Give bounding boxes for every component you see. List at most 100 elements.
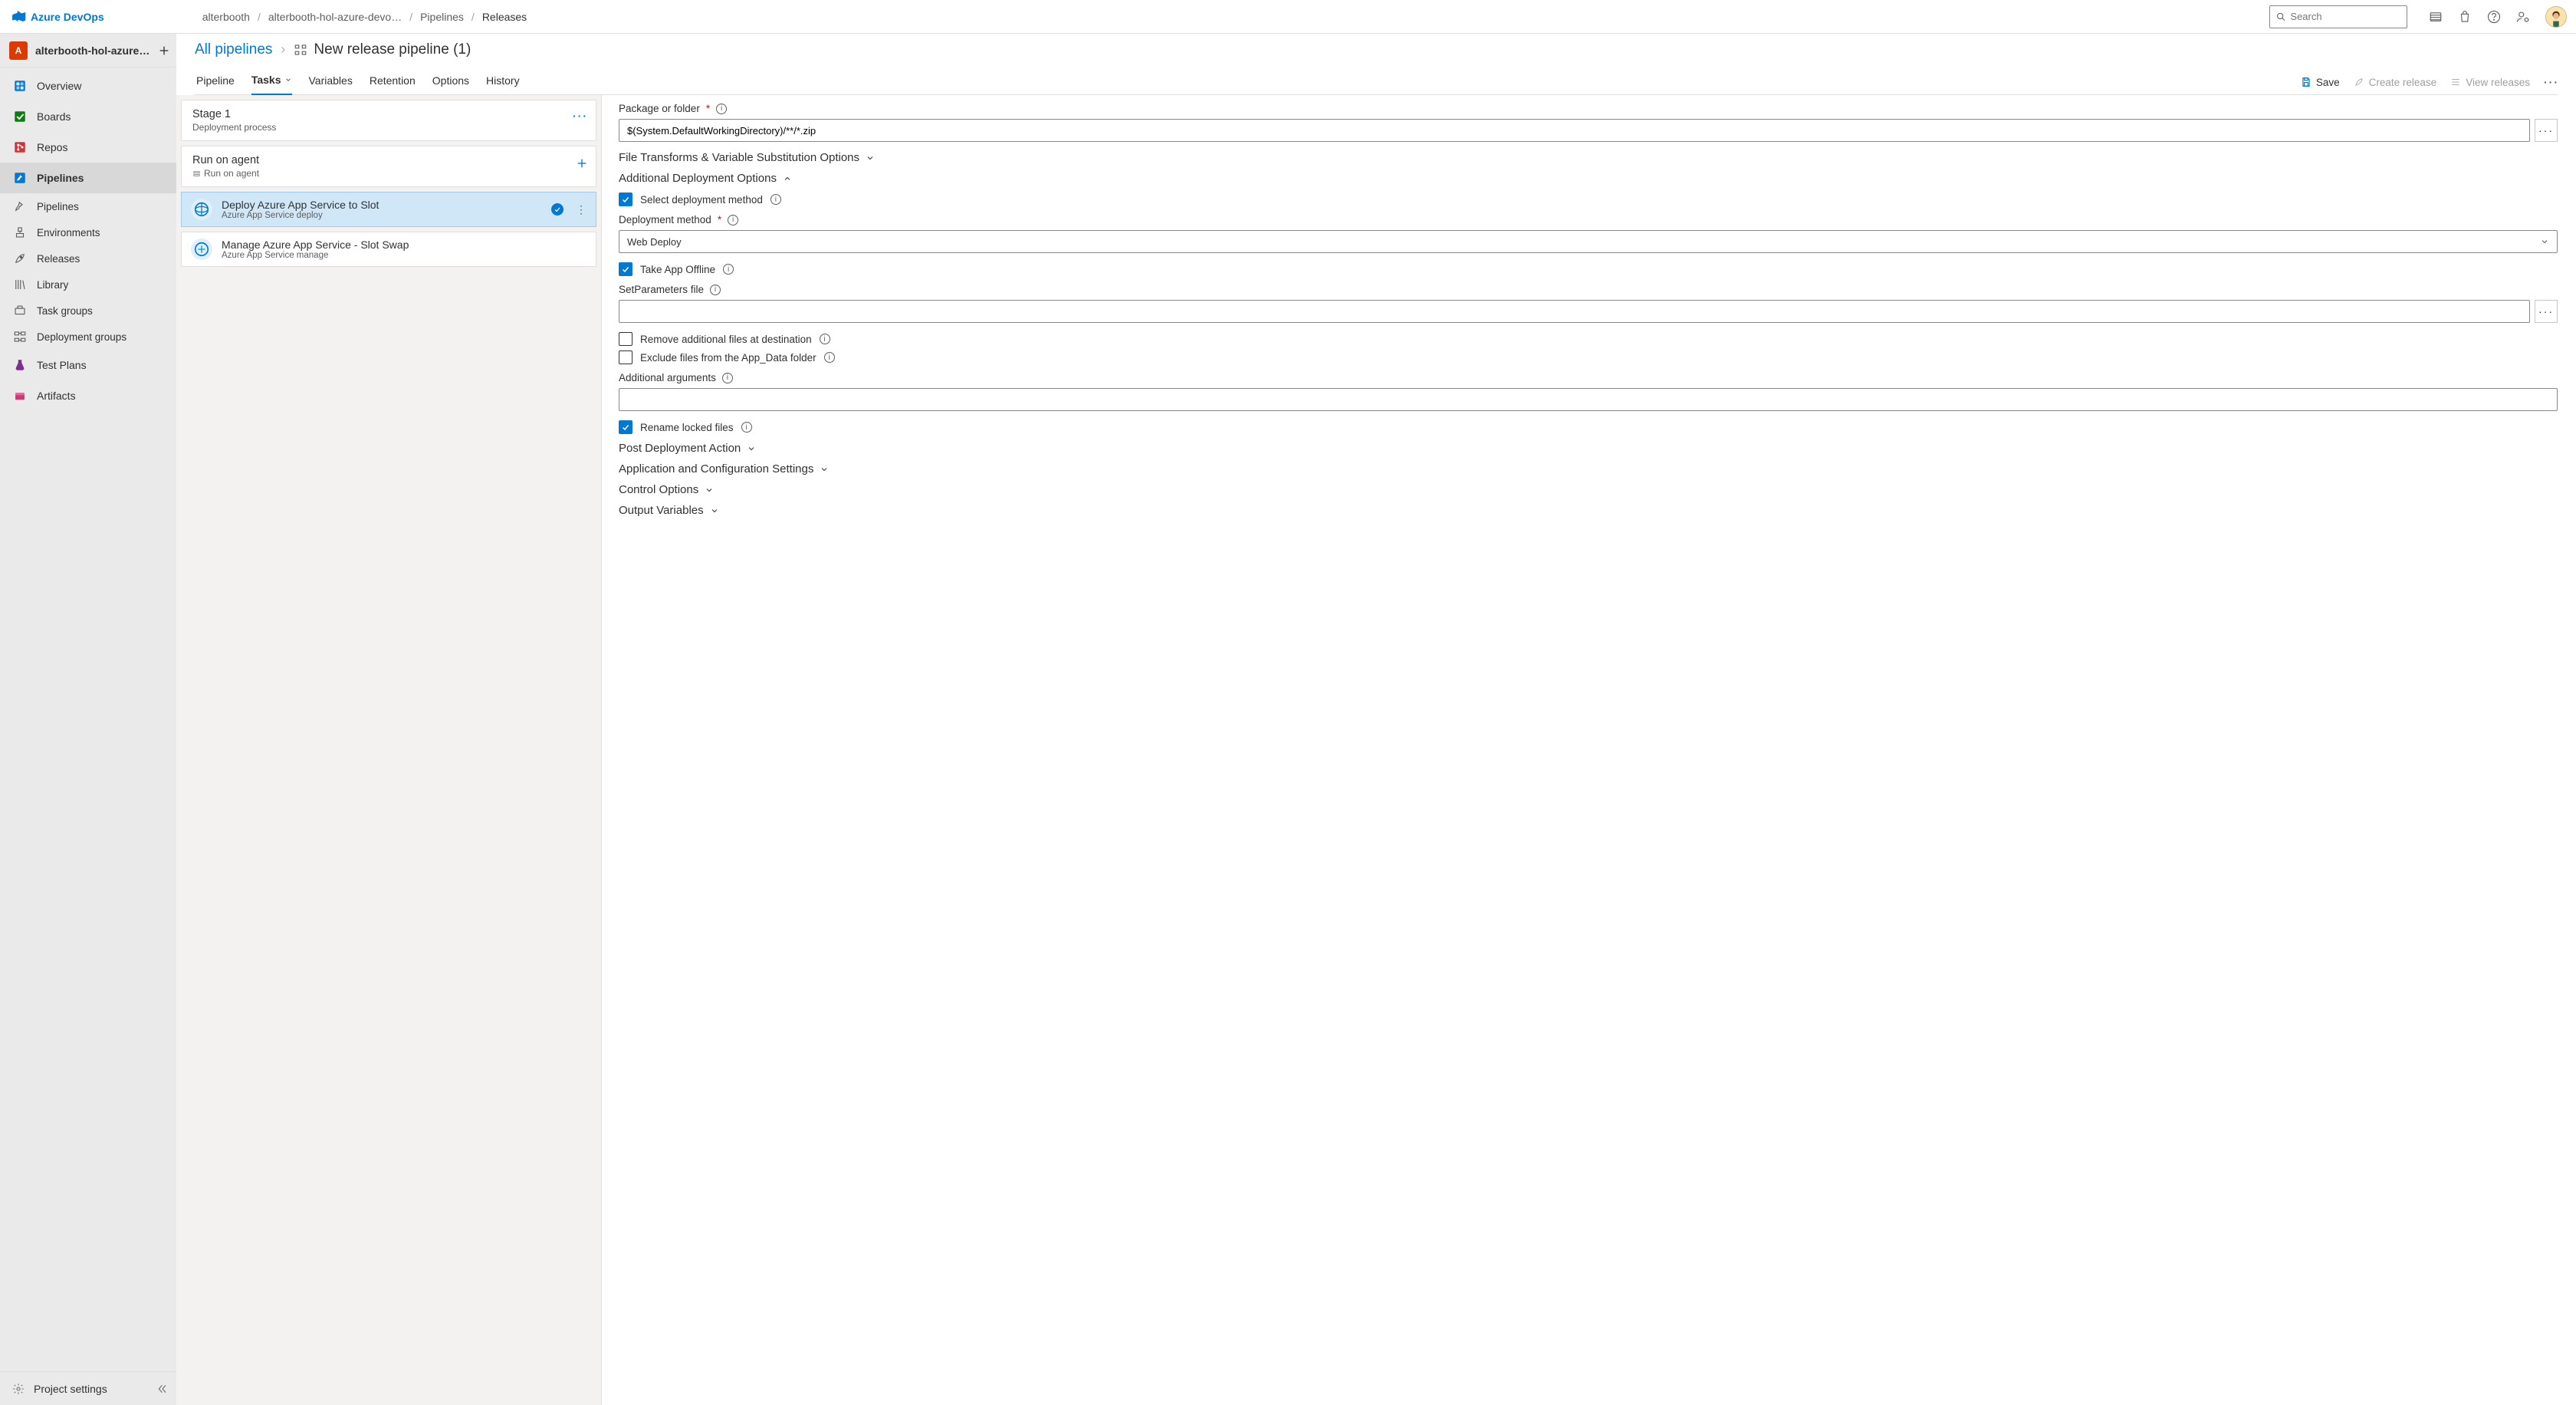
add-project-icon[interactable] (158, 44, 170, 57)
info-icon[interactable]: i (824, 352, 835, 363)
agent-job-card[interactable]: Run on agent Run on agent (181, 146, 596, 187)
info-icon[interactable]: i (820, 334, 830, 344)
help-icon[interactable] (2487, 10, 2501, 24)
view-releases-button: View releases (2450, 77, 2530, 88)
task-manage-appservice[interactable]: Manage Azure App Service - Slot Swap Azu… (181, 232, 596, 267)
info-icon[interactable]: i (770, 194, 781, 205)
exclude-appdata-label: Exclude files from the App_Data folder (640, 352, 816, 364)
chevron-down-icon (284, 76, 292, 84)
rename-locked-checkbox[interactable] (619, 420, 632, 434)
tab-pipeline[interactable]: Pipeline (196, 67, 235, 94)
agent-title: Run on agent (192, 154, 585, 166)
inbox-icon[interactable] (2429, 10, 2443, 24)
section-control-options[interactable]: Control Options (619, 483, 2558, 496)
sidebar-sub-taskgroups[interactable]: Task groups (0, 298, 176, 324)
sidebar-item-overview[interactable]: Overview (0, 71, 176, 101)
breadcrumb-item[interactable]: alterbooth (202, 11, 250, 23)
sidebar-item-label: Test Plans (37, 359, 87, 371)
chevron-down-icon (866, 153, 875, 163)
additional-args-input[interactable] (619, 388, 2558, 411)
breadcrumb-item[interactable]: Pipelines (420, 11, 464, 23)
chevron-down-icon (710, 506, 719, 515)
take-app-offline-checkbox[interactable] (619, 262, 632, 276)
breadcrumb-item[interactable]: Releases (482, 11, 527, 23)
user-avatar[interactable] (2545, 6, 2567, 28)
sidebar-item-boards[interactable]: Boards (0, 101, 176, 132)
section-app-config[interactable]: Application and Configuration Settings (619, 462, 2558, 475)
stage-card[interactable]: Stage 1 Deployment process ··· (181, 100, 596, 141)
sidebar-item-label: Overview (37, 80, 81, 92)
section-post-deploy[interactable]: Post Deployment Action (619, 442, 2558, 455)
overview-icon (13, 79, 27, 93)
add-task-icon[interactable] (576, 157, 588, 169)
deployment-method-select[interactable]: Web Deploy (619, 230, 2558, 253)
tab-options[interactable]: Options (432, 67, 469, 94)
sidebar-item-testplans[interactable]: Test Plans (0, 350, 176, 380)
exclude-appdata-checkbox[interactable] (619, 350, 632, 364)
tab-tasks[interactable]: Tasks (251, 67, 292, 95)
sidebar-item-repos[interactable]: Repos (0, 132, 176, 163)
view-releases-label: View releases (2466, 77, 2530, 88)
pipeline-name: New release pipeline (1) (314, 41, 471, 58)
tab-history[interactable]: History (486, 67, 520, 94)
section-output-vars[interactable]: Output Variables (619, 504, 2558, 517)
tab-retention[interactable]: Retention (370, 67, 416, 94)
test-plans-icon (13, 358, 27, 372)
collapse-sidebar-icon[interactable] (156, 1383, 169, 1395)
deployment-method-label: Deployment method (619, 214, 711, 225)
required-indicator: * (706, 103, 710, 114)
stage-subtitle: Deployment process (192, 122, 585, 133)
sidebar-sub-deploygroups[interactable]: Deployment groups (0, 324, 176, 350)
task-form-pane: Package or folder * i ··· File Transform… (602, 95, 2576, 1405)
all-pipelines-link[interactable]: All pipelines (195, 41, 272, 58)
info-icon[interactable]: i (710, 285, 721, 295)
additional-args-label: Additional arguments (619, 372, 716, 383)
task-groups-icon (13, 304, 27, 318)
sidebar-sub-library[interactable]: Library (0, 271, 176, 298)
sidebar-sub-releases[interactable]: Releases (0, 245, 176, 271)
environments-icon (13, 225, 27, 239)
remove-additional-checkbox[interactable] (619, 332, 632, 346)
stage-more-icon[interactable]: ··· (573, 110, 588, 122)
info-icon[interactable]: i (741, 422, 752, 433)
project-picker[interactable]: A alterbooth-hol-azure… (0, 34, 176, 67)
browse-package-button[interactable]: ··· (2535, 119, 2558, 142)
breadcrumb-sep: / (472, 11, 475, 23)
shopping-bag-icon[interactable] (2458, 10, 2472, 24)
user-settings-icon[interactable] (2516, 10, 2530, 24)
sidebar-sub-pipelines[interactable]: Pipelines (0, 193, 176, 219)
search-box[interactable] (2269, 5, 2407, 28)
save-icon (2301, 77, 2312, 87)
info-icon[interactable]: i (722, 373, 733, 383)
select-deploy-method-checkbox[interactable] (619, 192, 632, 206)
brand[interactable]: Azure DevOps (12, 10, 104, 24)
check-icon (621, 423, 630, 432)
section-additional-deploy[interactable]: Additional Deployment Options (619, 172, 2558, 185)
browse-setparams-button[interactable]: ··· (2535, 300, 2558, 323)
more-actions-button[interactable]: ··· (2544, 76, 2559, 88)
search-input[interactable] (2290, 11, 2400, 22)
task-drag-handle-icon[interactable]: ⋮ (576, 203, 586, 216)
search-icon (2276, 12, 2285, 22)
sidebar-item-label: Pipelines (37, 201, 79, 212)
info-icon[interactable]: i (723, 264, 734, 275)
sidebar-item-pipelines[interactable]: Pipelines (0, 163, 176, 193)
section-file-transforms[interactable]: File Transforms & Variable Substitution … (619, 151, 2558, 164)
project-settings[interactable]: Project settings (0, 1371, 176, 1405)
tab-variables[interactable]: Variables (309, 67, 353, 94)
sidebar-pipelines-sub: Pipelines Environments Releases Library … (0, 193, 176, 350)
sidebar-sub-environments[interactable]: Environments (0, 219, 176, 245)
info-icon[interactable]: i (728, 215, 738, 225)
info-icon[interactable]: i (716, 104, 727, 114)
azure-devops-logo-icon (12, 10, 26, 24)
stage-title: Stage 1 (192, 108, 585, 120)
setparams-input[interactable] (619, 300, 2530, 323)
azure-appservice-icon (193, 201, 210, 218)
task-deploy-appservice[interactable]: Deploy Azure App Service to Slot Azure A… (181, 192, 596, 227)
package-input[interactable] (619, 119, 2530, 142)
save-button[interactable]: Save (2301, 77, 2340, 88)
task-status-ok-icon (551, 203, 564, 216)
breadcrumb-item[interactable]: alterbooth-hol-azure-devo… (268, 11, 402, 23)
sidebar-item-artifacts[interactable]: Artifacts (0, 380, 176, 411)
task-title: Deploy Azure App Service to Slot (222, 199, 542, 211)
